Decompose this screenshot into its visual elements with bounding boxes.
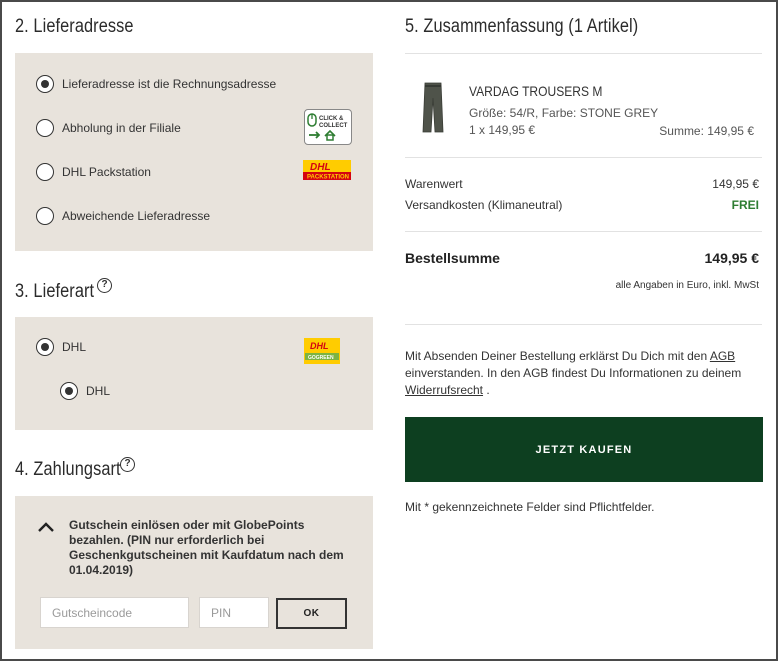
order-total-label: Bestellsumme <box>405 250 500 266</box>
option-different-address[interactable]: Abweichende Lieferadresse <box>36 207 210 225</box>
svg-text:DHL: DHL <box>310 162 331 173</box>
shipping-label: Versandkosten (Klimaneutral) <box>405 198 563 212</box>
legal-text-part: Mit Absenden Deiner Bestellung erklärst … <box>405 349 708 363</box>
goods-value: 149,95 € <box>712 177 759 191</box>
divider <box>405 231 762 232</box>
radio-button[interactable] <box>36 163 54 181</box>
option-label: Abweichende Lieferadresse <box>62 209 211 223</box>
dhl-packstation-icon: DHL PACKSTATION <box>303 160 351 181</box>
payment-panel: Gutschein einlösen oder mit GlobePoints … <box>15 496 373 649</box>
radio-button[interactable] <box>36 207 54 225</box>
option-store-pickup[interactable]: Abholung in der Filiale <box>36 119 181 137</box>
product-qty-price: 1 x 149,95 € <box>469 123 536 137</box>
agb-link[interactable]: AGB <box>710 349 735 363</box>
buy-now-button[interactable]: JETZT KAUFEN <box>405 417 763 482</box>
goods-value-label: Warenwert <box>405 177 463 191</box>
service-dhl[interactable]: DHL <box>60 382 110 400</box>
legal-text-part: einverstanden. In den AGB findest Du Inf… <box>405 366 742 380</box>
coupon-ok-button[interactable]: OK <box>276 598 347 629</box>
pin-input[interactable]: PIN <box>199 597 269 628</box>
service-label: DHL <box>86 384 111 398</box>
chevron-up-icon[interactable] <box>37 521 55 536</box>
radio-button[interactable] <box>36 119 54 137</box>
carrier-label: DHL <box>62 340 87 354</box>
help-icon[interactable]: ? <box>120 457 135 472</box>
delivery-method-panel: DHL DHL GOGREEN DHL <box>15 317 373 430</box>
legal-text-part: . <box>486 383 490 397</box>
option-label: DHL Packstation <box>62 165 151 179</box>
coupon-description[interactable]: Gutschein einlösen oder mit GlobePoints … <box>69 518 349 578</box>
svg-text:PACKSTATION: PACKSTATION <box>307 175 349 181</box>
coupon-code-input[interactable]: Gutscheincode <box>40 597 189 628</box>
divider <box>405 53 762 54</box>
option-billing-address[interactable]: Lieferadresse ist die Rechnungsadresse <box>36 75 276 93</box>
summary-title: 5. Zusammenfassung (1 Artikel) <box>405 16 639 37</box>
dhl-gogreen-icon: DHL GOGREEN <box>304 338 340 364</box>
option-label: Lieferadresse ist die Rechnungsadresse <box>62 77 277 91</box>
withdrawal-link[interactable]: Widerrufsrecht <box>405 383 483 397</box>
radio-button[interactable] <box>36 338 54 356</box>
help-icon[interactable]: ? <box>97 278 112 293</box>
checkout-page: 2. Lieferadresse Lieferadresse ist die R… <box>0 0 778 661</box>
svg-text:DHL: DHL <box>310 341 329 351</box>
product-details: Größe: 54/R, Farbe: STONE GREY <box>469 106 659 120</box>
divider <box>405 324 762 325</box>
product-image[interactable] <box>420 82 446 137</box>
click-collect-icon: CLICK & COLLECT <box>304 109 352 145</box>
option-label: Abholung in der Filiale <box>62 121 181 135</box>
divider <box>405 157 762 158</box>
svg-text:CLICK &: CLICK & <box>319 116 344 122</box>
option-dhl-packstation[interactable]: DHL Packstation <box>36 163 151 181</box>
svg-text:COLLECT: COLLECT <box>319 123 348 129</box>
payment-title: 4. Zahlungsart <box>15 459 121 480</box>
product-sum: Summe: 149,95 € <box>659 124 754 138</box>
delivery-address-title: 2. Lieferadresse <box>15 16 134 37</box>
legal-text: Mit Absenden Deiner Bestellung erklärst … <box>405 348 765 399</box>
delivery-address-panel: Lieferadresse ist die Rechnungsadresse A… <box>15 53 373 251</box>
shipping-value: FREI <box>731 198 759 212</box>
required-fields-note: Mit * gekennzeichnete Felder sind Pflich… <box>405 500 655 514</box>
carrier-dhl[interactable]: DHL <box>36 338 86 356</box>
order-total-value: 149,95 € <box>704 250 760 266</box>
radio-button[interactable] <box>60 382 78 400</box>
delivery-method-title: 3. Lieferart <box>15 281 95 302</box>
svg-text:GOGREEN: GOGREEN <box>308 355 334 361</box>
tax-note: alle Angaben in Euro, inkl. MwSt <box>615 280 759 291</box>
product-name[interactable]: VARDAG TROUSERS M <box>469 83 602 99</box>
radio-button[interactable] <box>36 75 54 93</box>
